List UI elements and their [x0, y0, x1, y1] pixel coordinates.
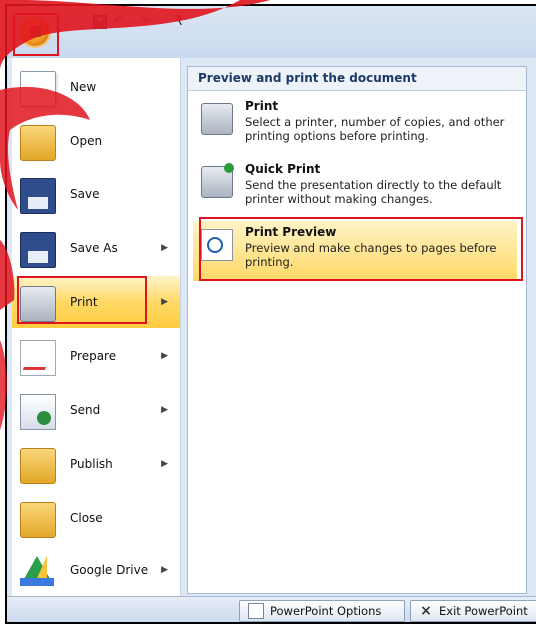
- menu-item-google-drive[interactable]: Google Drive ▶: [12, 544, 180, 596]
- menu-item-send[interactable]: Send ▶: [12, 384, 180, 436]
- print-preview-highlight-box: [199, 217, 523, 281]
- submenu-arrow-icon: ▶: [161, 351, 168, 361]
- google-drive-logo-icon: [20, 556, 54, 586]
- option-description: Send the presentation directly to the de…: [245, 178, 502, 206]
- submenu-arrow-icon: ▶: [161, 243, 168, 253]
- menu-item-label: New: [70, 80, 97, 94]
- menu-item-new[interactable]: New: [12, 61, 180, 113]
- menu-item-label: Open: [70, 134, 103, 148]
- exit-powerpoint-button[interactable]: × Exit PowerPoint: [410, 600, 536, 622]
- office-button[interactable]: [21, 18, 49, 46]
- options-icon: [248, 603, 264, 619]
- new-document-icon: [20, 71, 56, 107]
- office-logo-icon: [30, 26, 41, 37]
- bottom-bar: PowerPoint Options × Exit PowerPoint: [7, 596, 536, 622]
- qat-icons: ↶ - ↷: [93, 14, 150, 29]
- quick-access-toolbar: ↶ - ↷ ₹: [7, 6, 536, 58]
- submenu-arrow-icon: ▶: [161, 565, 168, 575]
- menu-item-save[interactable]: Save: [12, 168, 180, 220]
- menu-item-label: Google Drive: [70, 563, 149, 577]
- close-folder-icon: [20, 502, 56, 538]
- option-title: Quick Print: [245, 162, 321, 176]
- send-icon: [20, 394, 56, 430]
- powerpoint-options-button[interactable]: PowerPoint Options: [239, 600, 405, 622]
- option-print[interactable]: Print Select a printer, number of copies…: [193, 95, 517, 155]
- menu-item-open[interactable]: Open: [12, 115, 180, 167]
- menu-item-close[interactable]: Close: [12, 492, 180, 544]
- save-icon[interactable]: [93, 14, 107, 29]
- option-quick-print[interactable]: Quick Print Send the presentation direct…: [193, 158, 517, 218]
- save-icon: [20, 178, 56, 214]
- menu-item-prepare[interactable]: Prepare ▶: [12, 330, 180, 382]
- submenu-arrow-icon: ▶: [161, 297, 168, 307]
- office-menu-window: ↶ - ↷ ₹ New Open Save Save As ▶ Print ▶: [5, 4, 536, 624]
- checkmark-icon: [224, 163, 234, 173]
- submenu-header: Preview and print the document: [188, 67, 526, 91]
- menu-item-label: Save As: [70, 241, 118, 255]
- publish-icon: [20, 448, 56, 484]
- save-as-icon: [20, 232, 56, 268]
- close-icon: ×: [420, 603, 432, 619]
- customize-qat-icon[interactable]: ₹: [175, 14, 183, 29]
- menu-item-save-as[interactable]: Save As ▶: [12, 222, 180, 274]
- submenu-arrow-icon: ▶: [161, 459, 168, 469]
- undo-icon[interactable]: ↶ -: [113, 14, 133, 29]
- quick-print-icon: [201, 163, 234, 198]
- open-folder-icon: [20, 125, 56, 161]
- print-highlight-box: [17, 276, 147, 324]
- option-description: Select a printer, number of copies, and …: [245, 115, 505, 143]
- redo-icon[interactable]: ↷: [139, 14, 150, 29]
- options-label: PowerPoint Options: [270, 604, 382, 618]
- exit-label: Exit PowerPoint: [439, 604, 528, 618]
- menu-item-publish[interactable]: Publish ▶: [12, 438, 180, 490]
- option-title: Print: [245, 99, 279, 113]
- prepare-icon: [20, 340, 56, 376]
- printer-icon: [201, 103, 233, 135]
- menu-item-label: Save: [70, 187, 100, 201]
- google-drive-icon: [20, 554, 54, 588]
- menu-item-label: Publish: [70, 457, 113, 471]
- office-menu-commands: New Open Save Save As ▶ Print ▶ Prepare …: [12, 58, 181, 596]
- print-submenu: Preview and print the document Print Sel…: [187, 66, 527, 594]
- menu-item-label: Prepare: [70, 349, 117, 363]
- submenu-arrow-icon: ▶: [161, 405, 168, 415]
- menu-item-label: Send: [70, 403, 101, 417]
- menu-item-label: Close: [70, 511, 103, 525]
